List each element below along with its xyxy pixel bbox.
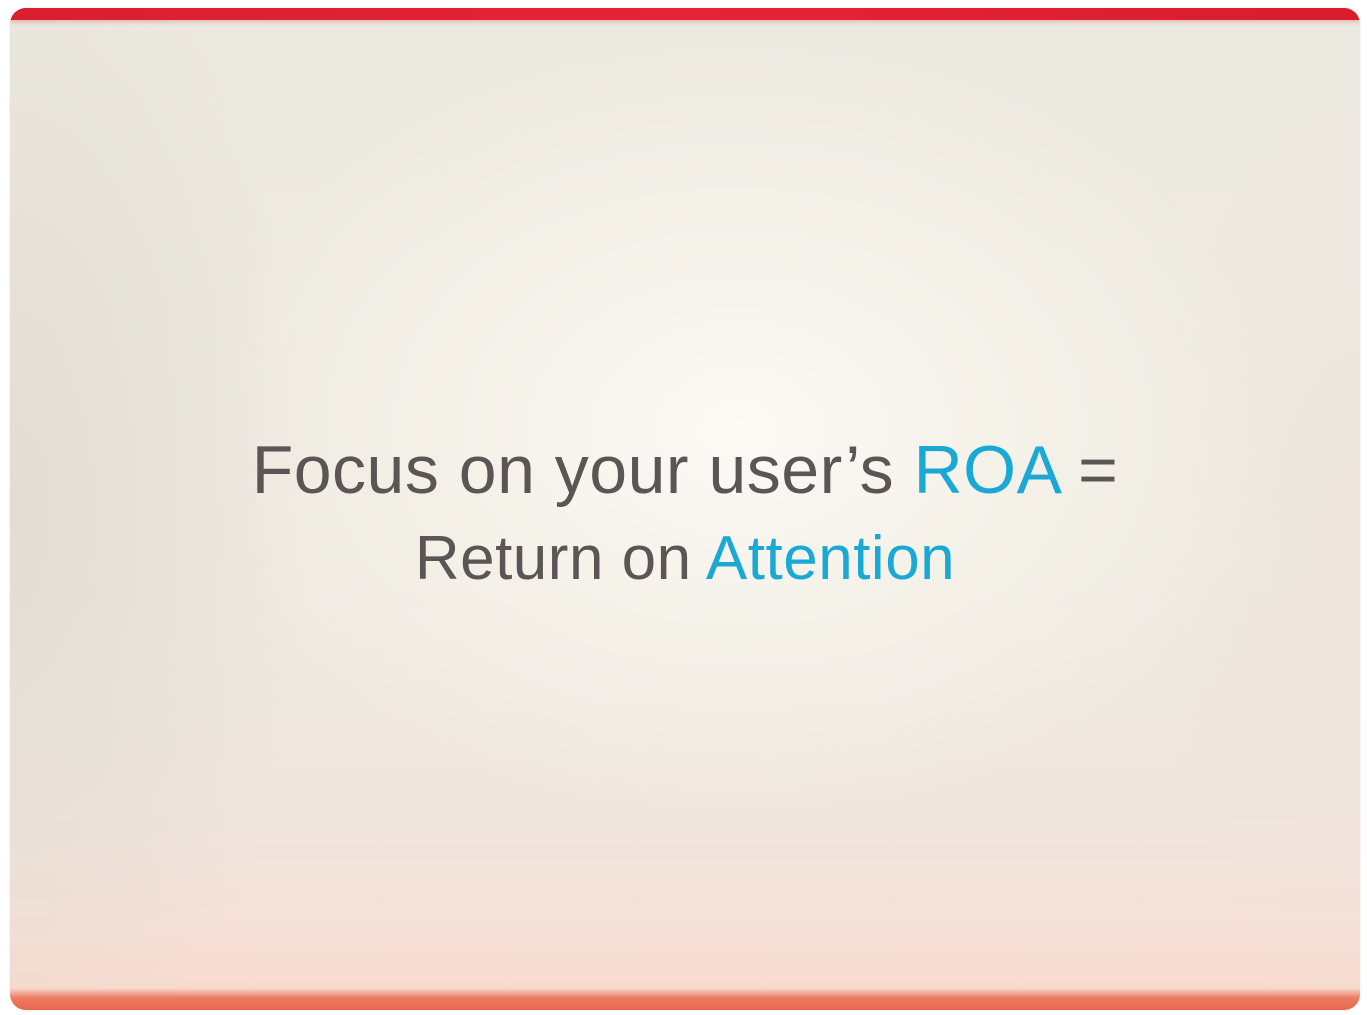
definition-prefix: Return on xyxy=(414,524,692,593)
definition-highlight: Attention xyxy=(705,524,956,593)
top-red-bar xyxy=(10,8,1360,20)
slide-headline-line-1: Focus on your user’s ROA = xyxy=(10,430,1360,510)
headline-acronym: ROA xyxy=(913,432,1059,508)
photo-frame: Focus on your user’s ROA = Return on Att… xyxy=(10,8,1360,1010)
slide-headline-line-2: Return on Attention xyxy=(10,522,1360,596)
headline-equals: = xyxy=(1078,432,1119,508)
headline-prefix: Focus on your user’s xyxy=(251,432,895,508)
bottom-red-bar xyxy=(10,988,1360,1010)
